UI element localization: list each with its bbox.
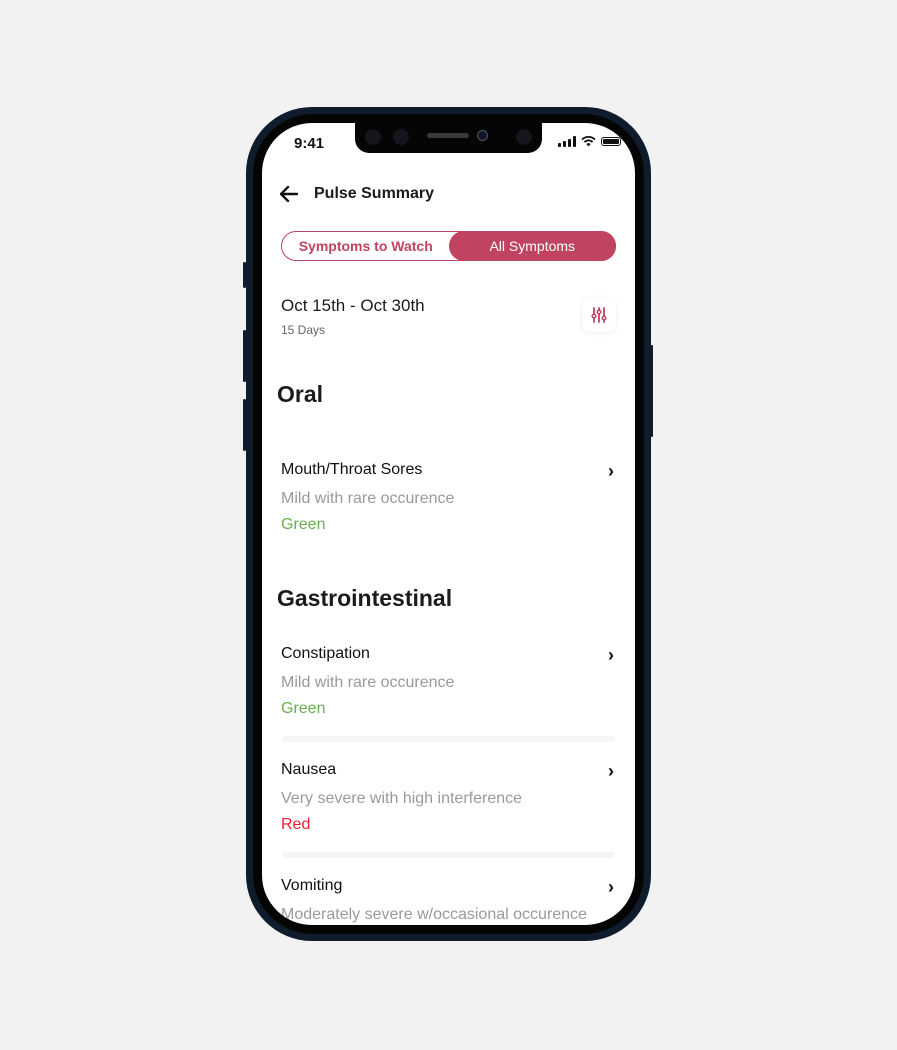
chevron-right-icon[interactable]: › <box>608 761 614 782</box>
symptom-item[interactable]: Constipation Mild with rare occurence Gr… <box>281 645 616 718</box>
symptom-name: Mouth/Throat Sores <box>281 461 423 478</box>
symptom-item[interactable]: Nausea Very severe with high interferenc… <box>281 761 616 834</box>
symptom-name: Nausea <box>281 761 337 778</box>
front-camera <box>477 130 488 141</box>
chevron-right-icon[interactable]: › <box>608 877 614 898</box>
page-title: Pulse Summary <box>314 185 435 202</box>
date-range: Oct 15th - Oct 30th <box>281 296 425 315</box>
symptom-level: Red <box>281 816 311 833</box>
symptom-description: Mild with rare occurence <box>281 674 455 691</box>
sliders-icon <box>591 307 607 323</box>
symptom-name: Constipation <box>281 645 370 662</box>
sensor <box>516 129 532 145</box>
status-icons <box>558 136 621 147</box>
symptom-description: Mild with rare occurence <box>281 490 455 507</box>
tab-all-symptoms[interactable]: All Symptoms <box>448 231 616 261</box>
power-button <box>650 345 653 437</box>
notch <box>355 123 542 153</box>
sensor <box>365 129 381 145</box>
wifi-icon <box>581 136 596 147</box>
signal-icon <box>558 136 576 147</box>
symptom-level: Green <box>281 516 326 533</box>
status-time: 9:41 <box>294 135 325 152</box>
duration-label: 15 Days <box>281 323 326 337</box>
chevron-right-icon[interactable]: › <box>608 645 614 666</box>
divider <box>282 736 615 742</box>
section-title-oral: Oral <box>277 381 324 407</box>
symptom-item[interactable]: Vomiting Moderately severe w/occasional … <box>281 877 616 924</box>
section-title-gastrointestinal: Gastrointestinal <box>277 585 453 611</box>
filter-button[interactable] <box>582 298 616 332</box>
symptom-name: Vomiting <box>281 877 343 894</box>
screen: 9:41 Pulse Summary Symptoms to Watch All… <box>262 123 635 925</box>
symptom-level: Green <box>281 700 326 717</box>
phone-frame: 9:41 Pulse Summary Symptoms to Watch All… <box>243 107 653 941</box>
symptom-description: Very severe with high interference <box>281 790 523 807</box>
tab-symptoms-to-watch[interactable]: Symptoms to Watch <box>282 232 450 260</box>
battery-icon <box>601 137 621 146</box>
symptoms-toggle: Symptoms to Watch All Symptoms <box>281 231 616 261</box>
volume-up-button <box>243 330 246 382</box>
symptom-item[interactable]: Mouth/Throat Sores Mild with rare occure… <box>281 461 616 534</box>
divider <box>282 852 615 858</box>
arrow-left-icon[interactable] <box>280 186 298 202</box>
sensor <box>393 129 409 145</box>
mute-switch <box>243 262 246 288</box>
volume-down-button <box>243 399 246 451</box>
header: Pulse Summary <box>280 185 434 203</box>
chevron-right-icon[interactable]: › <box>608 461 614 482</box>
speaker <box>427 133 469 138</box>
symptom-description: Moderately severe w/occasional occurence <box>281 906 587 923</box>
